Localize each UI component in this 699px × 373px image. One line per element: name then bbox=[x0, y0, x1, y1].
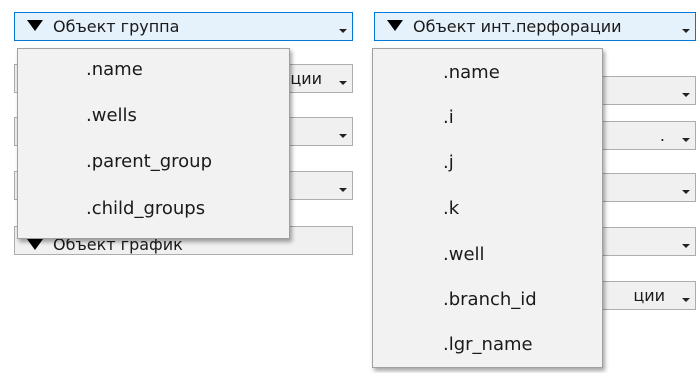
chevron-down-icon bbox=[339, 17, 347, 33]
left-object-selector[interactable]: Объект группа bbox=[14, 12, 353, 41]
right-menu-item-branch-id[interactable]: .branch_id bbox=[373, 280, 602, 320]
right-object-selector-label: Объект инт.перфорации bbox=[413, 17, 622, 36]
menu-item-label: .wells bbox=[86, 105, 137, 126]
chevron-down-icon bbox=[682, 17, 690, 33]
left-menu-item-child-groups[interactable]: .child_groups bbox=[18, 189, 289, 229]
menu-item-label: .parent_group bbox=[86, 151, 212, 172]
left-menu-item-name[interactable]: .name bbox=[18, 50, 289, 90]
right-bg-combo-5-label: ции bbox=[633, 286, 665, 305]
menu-item-label: .name bbox=[86, 59, 143, 80]
menu-item-label: .name bbox=[443, 62, 500, 83]
left-menu-item-parent-group[interactable]: .parent_group bbox=[18, 142, 289, 182]
left-panel: ции Объект график Объект группа .name .w… bbox=[0, 0, 356, 255]
right-menu-item-i[interactable]: .i bbox=[373, 98, 602, 138]
left-object-selector-label: Объект группа bbox=[53, 17, 180, 36]
chevron-down-icon bbox=[339, 69, 347, 85]
chevron-down-icon bbox=[682, 232, 690, 248]
triangle-down-icon bbox=[27, 20, 43, 31]
right-menu-item-name[interactable]: .name bbox=[373, 53, 602, 93]
right-menu-item-lgr-name[interactable]: .lgr_name bbox=[373, 325, 602, 365]
right-dropdown-menu: .name .i .j .k .well .branch_id .lgr_nam… bbox=[372, 48, 603, 368]
menu-item-label: .child_groups bbox=[86, 198, 206, 219]
menu-item-label: .i bbox=[443, 107, 454, 128]
chevron-down-icon bbox=[682, 178, 690, 194]
menu-item-label: .j bbox=[443, 152, 454, 173]
left-dropdown-menu: .name .wells .parent_group .child_groups bbox=[17, 48, 290, 239]
chevron-down-icon bbox=[339, 176, 347, 192]
chevron-down-icon bbox=[682, 81, 690, 97]
menu-item-label: .branch_id bbox=[443, 289, 537, 310]
left-bg-combo-1-label: ции bbox=[290, 69, 322, 88]
menu-item-label: .well bbox=[443, 244, 485, 265]
menu-item-label: .k bbox=[443, 198, 460, 219]
left-menu-item-wells[interactable]: .wells bbox=[18, 96, 289, 136]
right-menu-item-j[interactable]: .j bbox=[373, 143, 602, 183]
triangle-down-icon bbox=[27, 239, 43, 250]
menu-item-label: .lgr_name bbox=[443, 334, 533, 355]
chevron-down-icon bbox=[682, 126, 690, 142]
chevron-down-icon bbox=[339, 122, 347, 138]
triangle-down-icon bbox=[387, 20, 403, 31]
right-object-selector[interactable]: Объект инт.перфорации bbox=[374, 12, 696, 41]
right-bg-combo-2-label: . bbox=[659, 126, 665, 145]
chevron-down-icon bbox=[682, 286, 690, 302]
right-panel: . ции Объект инт.перфорации .name .i .j … bbox=[369, 0, 699, 373]
right-menu-item-well[interactable]: .well bbox=[373, 235, 602, 275]
right-menu-item-k[interactable]: .k bbox=[373, 189, 602, 229]
